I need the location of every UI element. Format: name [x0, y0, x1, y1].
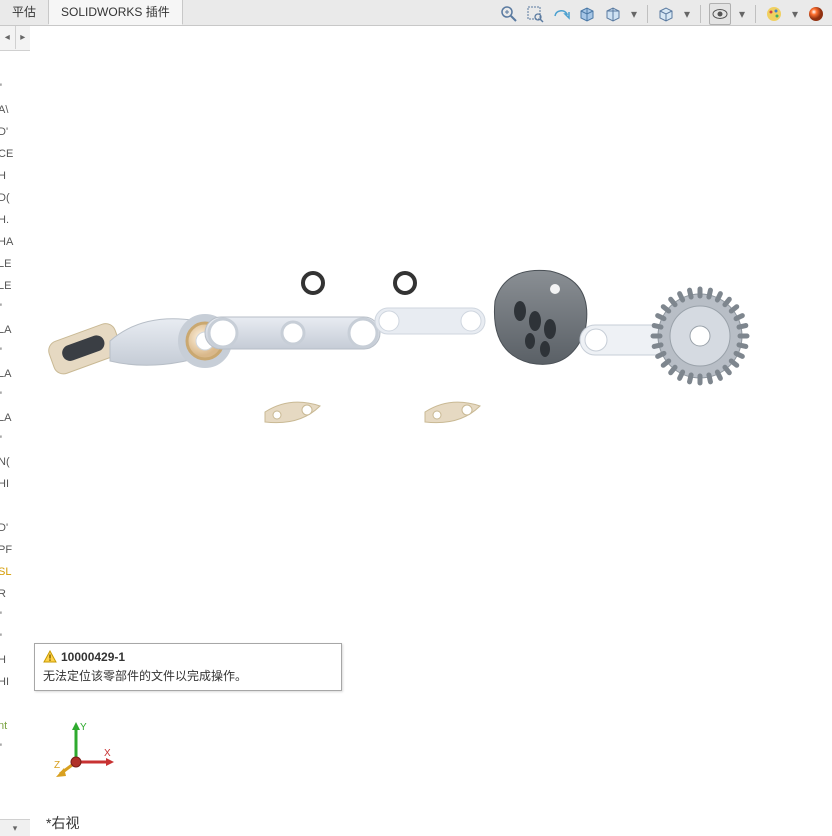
scene-icon[interactable] [806, 4, 826, 24]
tree-item[interactable]: LE [0, 280, 18, 296]
tree-item[interactable]: " [0, 434, 18, 450]
tree-item[interactable]: " [0, 82, 18, 98]
toolbar-separator [755, 5, 756, 23]
tree-item[interactable]: H [0, 654, 18, 670]
dropdown-arrow-icon[interactable]: ▾ [682, 4, 692, 24]
tree-item[interactable]: HI [0, 478, 18, 494]
tree-item[interactable]: " [0, 742, 18, 758]
tree-item[interactable]: D' [0, 126, 18, 142]
tree-item[interactable]: D( [0, 192, 18, 208]
warning-icon [43, 650, 57, 664]
tree-item[interactable]: HI [0, 676, 18, 692]
hide-show-icon[interactable] [709, 3, 731, 25]
orientation-triad[interactable]: Y X Z [54, 720, 114, 780]
feature-tree-panel: ◂ ▸ " A\ D' CE H D( H. HA LE LE " LA " L… [0, 26, 31, 836]
tab-solidworks-addins[interactable]: SOLIDWORKS 插件 [49, 0, 183, 25]
tree-item[interactable]: SL [0, 566, 18, 582]
appearance-icon[interactable] [764, 4, 784, 24]
dropdown-arrow-icon[interactable]: ▾ [790, 4, 800, 24]
tree-item[interactable]: nt [0, 720, 18, 736]
display-style-icon[interactable] [656, 4, 676, 24]
toolbar-separator [700, 5, 701, 23]
panel-tab-row: ◂ ▸ [0, 26, 30, 51]
axis-y-label: Y [80, 722, 87, 733]
dropdown-arrow-icon[interactable]: ▾ [737, 4, 747, 24]
warning-message: 无法定位该零部件的文件以完成操作。 [43, 667, 333, 684]
previous-view-icon[interactable] [551, 4, 571, 24]
tree-item[interactable]: H. [0, 214, 18, 230]
axis-x-label: X [104, 748, 111, 759]
warning-tooltip: 10000429-1 无法定位该零部件的文件以完成操作。 [34, 643, 342, 691]
tree-item[interactable]: N( [0, 456, 18, 472]
tree-item[interactable]: " [0, 610, 18, 626]
tree-item[interactable]: R [0, 588, 18, 604]
tree-item[interactable]: D' [0, 522, 18, 538]
tab-evaluate[interactable]: 平估 [0, 0, 49, 24]
tree-item[interactable]: " [0, 346, 18, 362]
tree-item[interactable]: " [0, 302, 18, 318]
model-geometry [40, 226, 800, 446]
view-orientation-icon[interactable] [603, 4, 623, 24]
view-toolbar: ▾ ▾ ▾ ▾ [499, 3, 826, 25]
tree-item[interactable]: LA [0, 412, 18, 428]
tree-item[interactable]: A\ [0, 104, 18, 120]
tree-item[interactable]: LA [0, 324, 18, 340]
zoom-window-icon[interactable] [525, 4, 545, 24]
section-view-icon[interactable] [577, 4, 597, 24]
dropdown-arrow-icon[interactable]: ▾ [629, 4, 639, 24]
axis-z-label: Z [54, 760, 60, 771]
zoom-fit-icon[interactable] [499, 4, 519, 24]
view-name-label: *右视 [46, 813, 79, 833]
tree-item[interactable]: PF [0, 544, 18, 560]
tree-item[interactable]: HA [0, 236, 18, 252]
warning-title: 10000429-1 [61, 650, 125, 664]
tree-items: " A\ D' CE H D( H. HA LE LE " LA " LA " … [0, 82, 18, 758]
tree-item[interactable]: H [0, 170, 18, 186]
tree-item[interactable]: CE [0, 148, 18, 164]
panel-tab-left[interactable]: ◂ [0, 26, 16, 49]
tree-item[interactable]: LE [0, 258, 18, 274]
graphics-viewport[interactable] [30, 26, 832, 836]
panel-tab-right[interactable]: ▸ [16, 26, 31, 49]
tree-item[interactable]: " [0, 632, 18, 648]
tree-item[interactable] [0, 500, 18, 516]
tree-item[interactable]: LA [0, 368, 18, 384]
tree-item[interactable] [0, 698, 18, 714]
tree-item[interactable]: " [0, 390, 18, 406]
toolbar-separator [647, 5, 648, 23]
tree-scroll-down[interactable]: ▾ [0, 819, 30, 836]
